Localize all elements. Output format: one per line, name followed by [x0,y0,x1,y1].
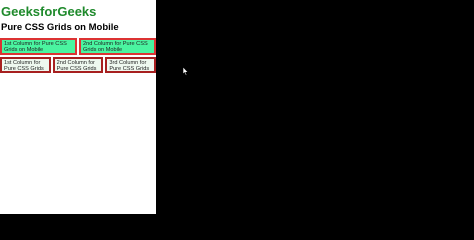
three-column-grid-cell-3: 3rd Column for Pure CSS Grids on Mobile [105,57,156,73]
three-column-grid-cell-1: 1st Column for Pure CSS Grids on Mobile [0,57,51,73]
three-column-grid-cell-2: 2nd Column for Pure CSS Grids on Mobile [52,57,104,73]
site-title: GeeksforGeeks [1,4,97,19]
two-column-grid-cell-2: 2nd Column for Pure CSS Grids on Mobile [79,38,156,55]
two-column-grid: 1st Column for Pure CSS Grids on Mobile … [0,38,156,55]
page-heading: Pure CSS Grids on Mobile [1,22,119,33]
two-column-grid-cell-1: 1st Column for Pure CSS Grids on Mobile [0,38,77,55]
three-column-grid: 1st Column for Pure CSS Grids on Mobile … [0,57,156,73]
mobile-viewport: GeeksforGeeks Pure CSS Grids on Mobile 1… [0,0,156,214]
